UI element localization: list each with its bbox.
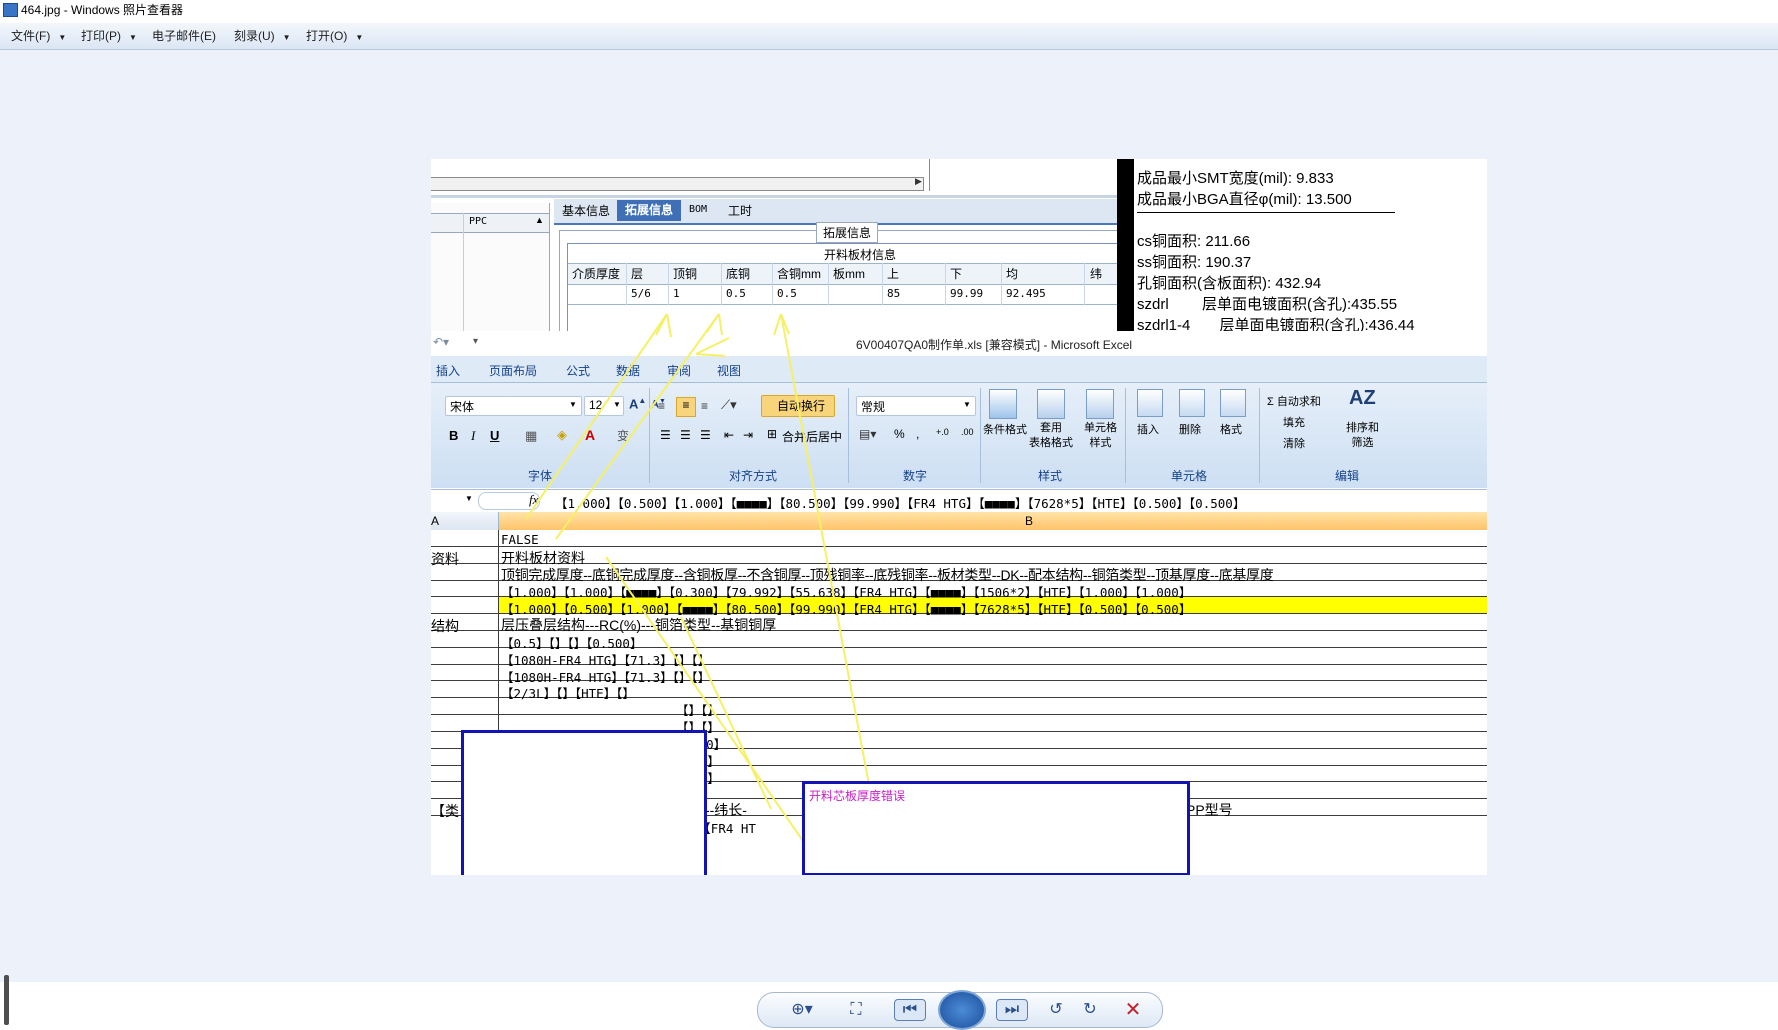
arrow-head xyxy=(666,313,672,338)
rotate-cw-icon[interactable]: ↻ xyxy=(1080,998,1100,1022)
zoom-icon[interactable]: ⊕▾ xyxy=(787,998,817,1022)
previous-icon[interactable]: ⏮ xyxy=(894,999,926,1021)
arrow-head xyxy=(706,313,720,333)
menu-burn[interactable]: 刻录(U) ▼ xyxy=(234,27,291,44)
chevron-down-icon: ▼ xyxy=(58,33,67,42)
arrow-line xyxy=(555,313,720,540)
arrow-line xyxy=(780,313,882,850)
photo-viewer-icon xyxy=(3,3,18,17)
fit-window-icon[interactable]: ⛶ xyxy=(845,998,867,1022)
menu-email[interactable]: 电子邮件(E) xyxy=(152,27,216,44)
rotate-ccw-icon[interactable]: ↺ xyxy=(1046,998,1066,1022)
title-bar: 464.jpg - Windows 照片查看器 xyxy=(0,0,1778,20)
blank-annotation-box xyxy=(461,730,707,875)
arrow-head xyxy=(718,313,723,336)
delete-icon[interactable]: ✕ xyxy=(1122,998,1144,1022)
slideshow-icon[interactable] xyxy=(938,990,986,1030)
scroll-handle[interactable] xyxy=(4,975,9,1025)
arrow-head xyxy=(655,313,668,336)
next-icon[interactable]: ⏭ xyxy=(996,999,1028,1021)
chevron-down-icon: ▼ xyxy=(282,33,291,42)
menu-bar: 文件(F) ▼ 打印(P) ▼ 电子邮件(E) 刻录(U) ▼ 打开(O) ▼ xyxy=(0,23,1778,50)
displayed-image: ▶ PPC ▲ 基本信息 拓展信息 BOM 工时 拓展信息 开料板材信息 介质厚… xyxy=(431,159,1487,875)
menu-file[interactable]: 文件(F) ▼ xyxy=(11,27,66,44)
arrow-head xyxy=(695,353,726,357)
chevron-down-icon: ▼ xyxy=(129,33,137,42)
menu-open[interactable]: 打开(O) ▼ xyxy=(306,27,363,44)
menu-print[interactable]: 打印(P) ▼ xyxy=(81,27,137,44)
arrow-head xyxy=(773,313,782,336)
window-title: 464.jpg - Windows 照片查看器 xyxy=(21,3,184,17)
annotation-box: 开料芯板厚度错误 xyxy=(802,781,1190,875)
chevron-down-icon: ▼ xyxy=(355,33,364,42)
annotation-text: 开料芯板厚度错误 xyxy=(809,789,906,803)
